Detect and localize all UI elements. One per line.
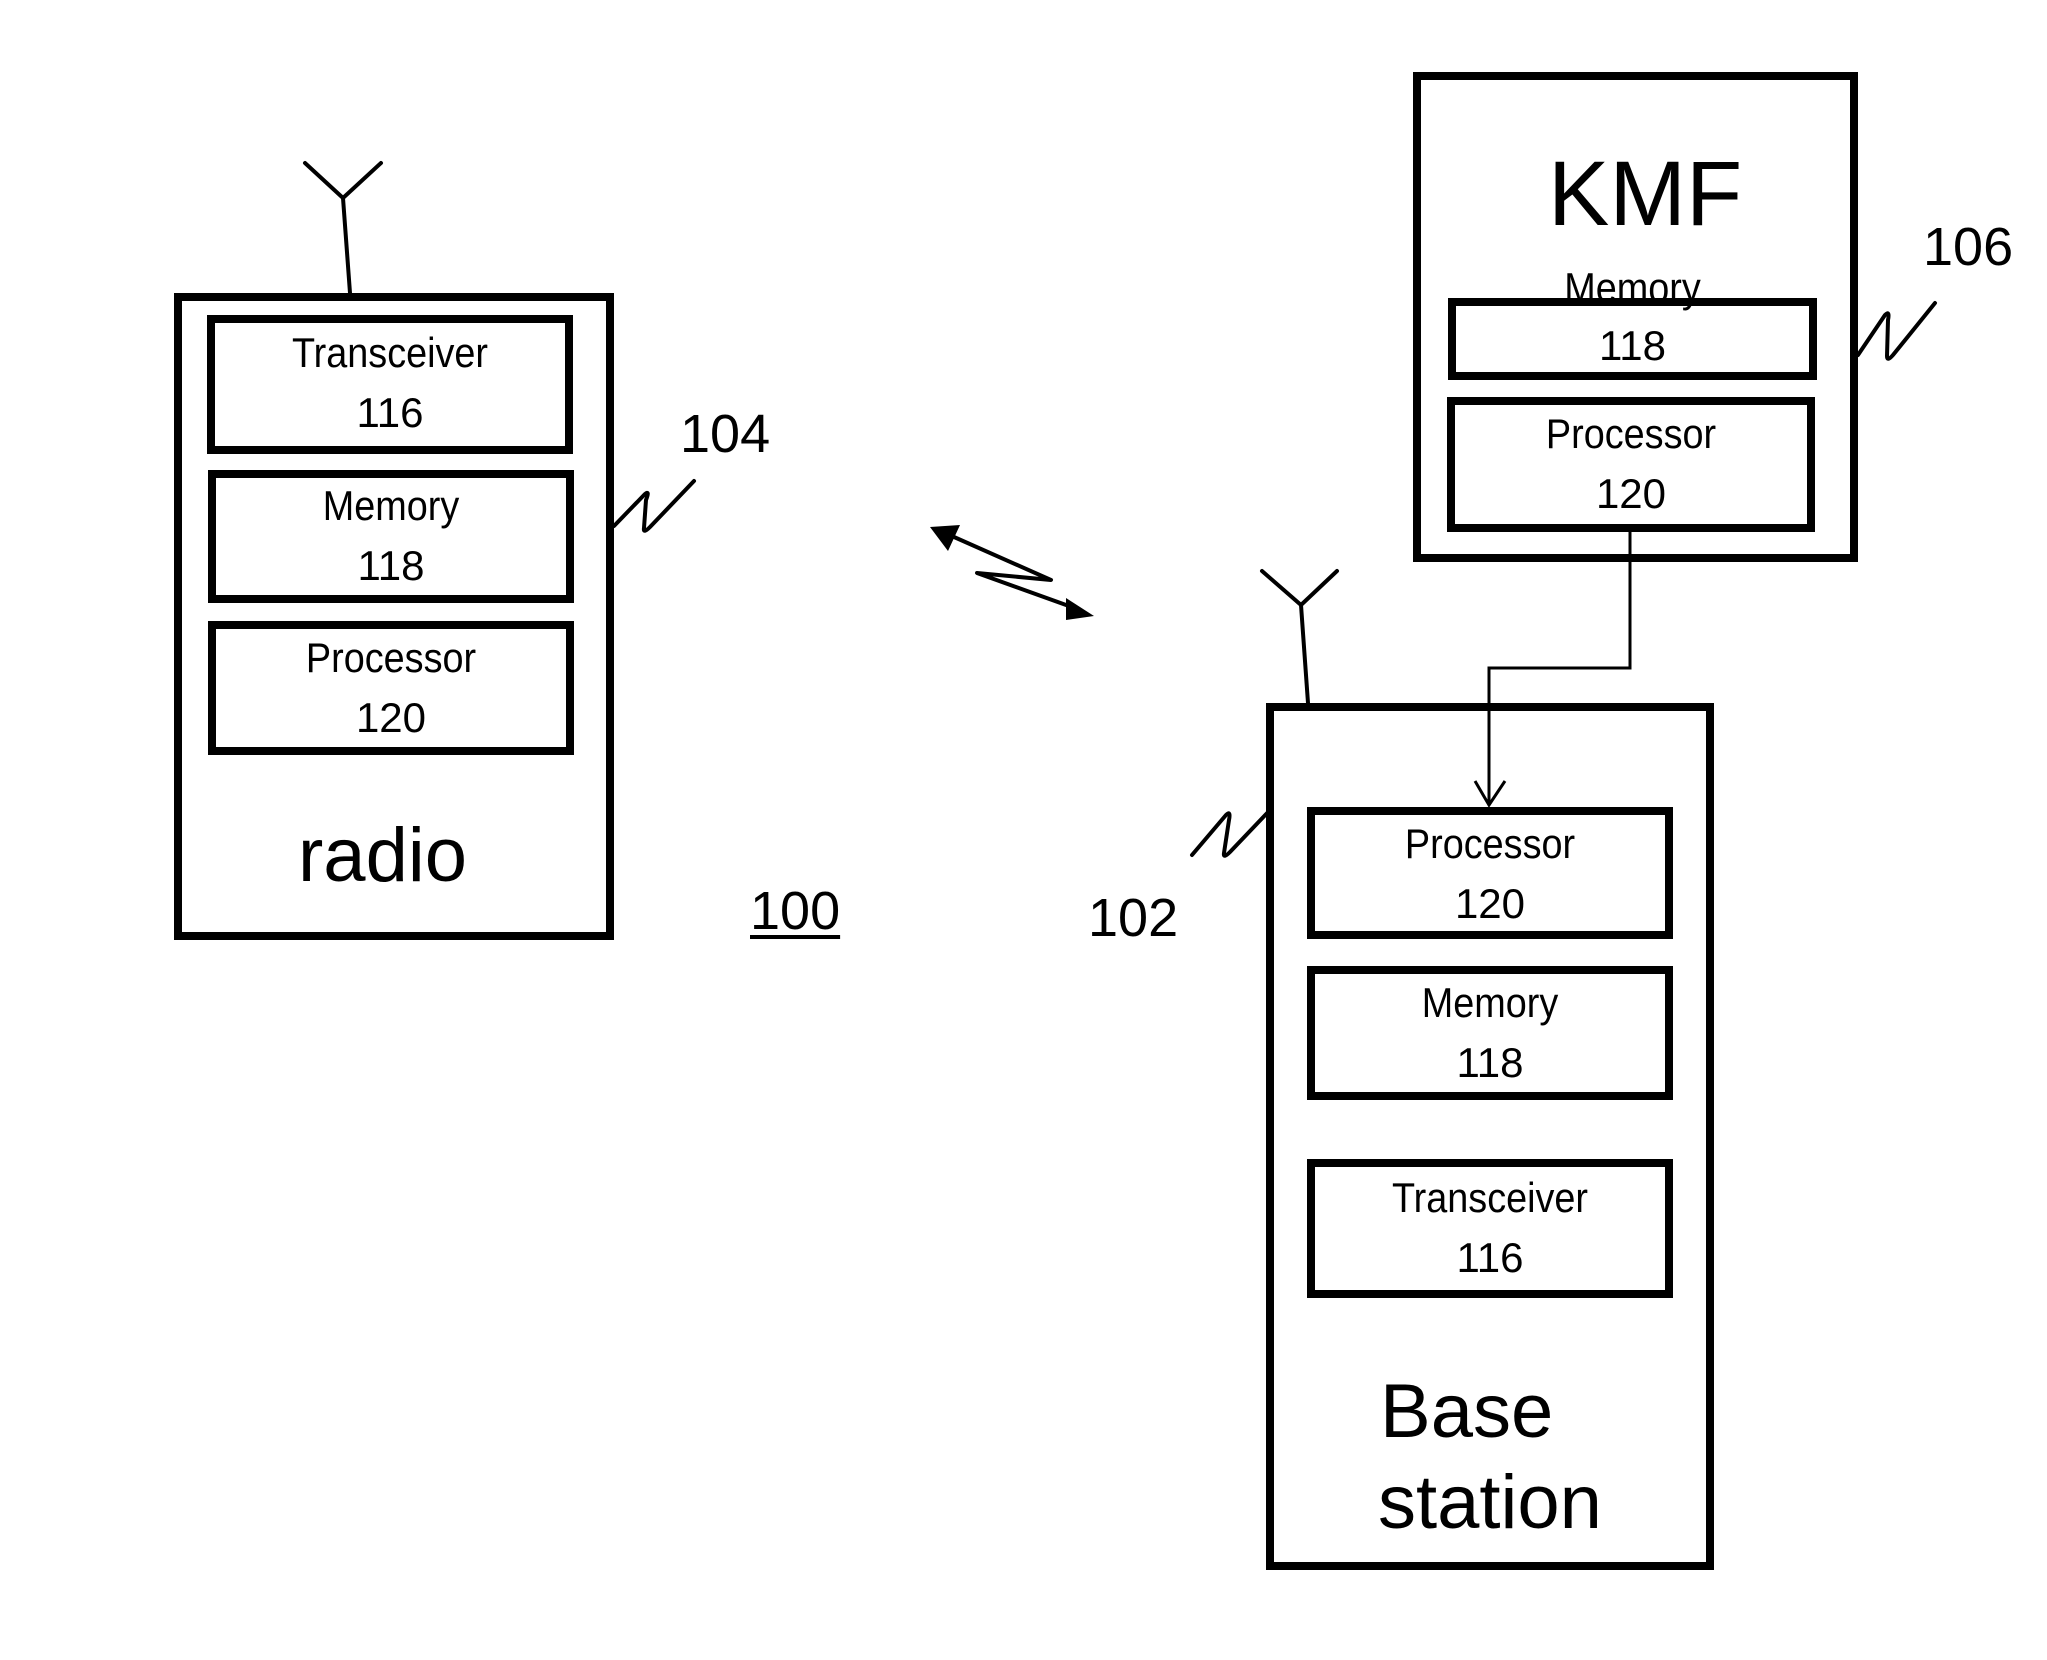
- kmf-memory-label: Memory 118: [1452, 247, 1813, 375]
- kmf-processor-label: Processor 120: [1451, 404, 1811, 524]
- radio-transceiver-label: Transceiver 116: [211, 323, 569, 443]
- kmf-ref-number: 106: [1923, 217, 2014, 277]
- component-ref: 118: [1456, 1039, 1524, 1086]
- base-transceiver-label: Transceiver 116: [1311, 1168, 1669, 1288]
- kmf-title: KMF: [1548, 143, 1743, 245]
- component-ref: 116: [1456, 1234, 1524, 1281]
- kmf-ref-leader-icon: [1856, 301, 1937, 361]
- component-ref: 120: [1454, 880, 1526, 927]
- component-ref: 118: [1599, 322, 1666, 369]
- system-ref-number: 100: [750, 881, 841, 941]
- link-arrowhead-right: [1066, 598, 1094, 620]
- component-ref: 116: [356, 389, 424, 436]
- radio-processor-label: Processor 120: [212, 628, 570, 748]
- component-name: Processor: [1404, 820, 1576, 867]
- base-station-antenna-icon: [1260, 569, 1339, 705]
- base-station-ref-leader-icon: [1190, 807, 1273, 858]
- base-memory-label: Memory 118: [1311, 973, 1669, 1093]
- component-name: Memory: [1421, 979, 1559, 1026]
- base-station-title-line2: station: [1378, 1460, 1602, 1545]
- base-station-title-line1: Base: [1380, 1369, 1554, 1454]
- radio-title: radio: [298, 813, 467, 898]
- component-name: Transceiver: [1391, 1174, 1589, 1221]
- radio-memory-label: Memory 118: [212, 476, 570, 596]
- component-ref: 120: [355, 694, 427, 741]
- component-name: Transceiver: [291, 329, 489, 376]
- kmf-to-base-connector: [1473, 532, 1632, 808]
- radio-ref-leader-icon: [612, 479, 696, 533]
- base-processor-label: Processor 120: [1311, 814, 1669, 934]
- base-station-ref-number: 102: [1088, 888, 1179, 948]
- component-ref: 118: [357, 542, 425, 589]
- wireless-link-icon: [930, 525, 1094, 620]
- radio-antenna-icon: [303, 161, 383, 295]
- radio-ref-number: 104: [680, 404, 771, 464]
- component-name: Processor: [305, 634, 477, 681]
- component-name: Memory: [1564, 264, 1701, 311]
- component-ref: 120: [1595, 470, 1667, 517]
- component-name: Processor: [1545, 410, 1717, 457]
- component-name: Memory: [322, 482, 460, 529]
